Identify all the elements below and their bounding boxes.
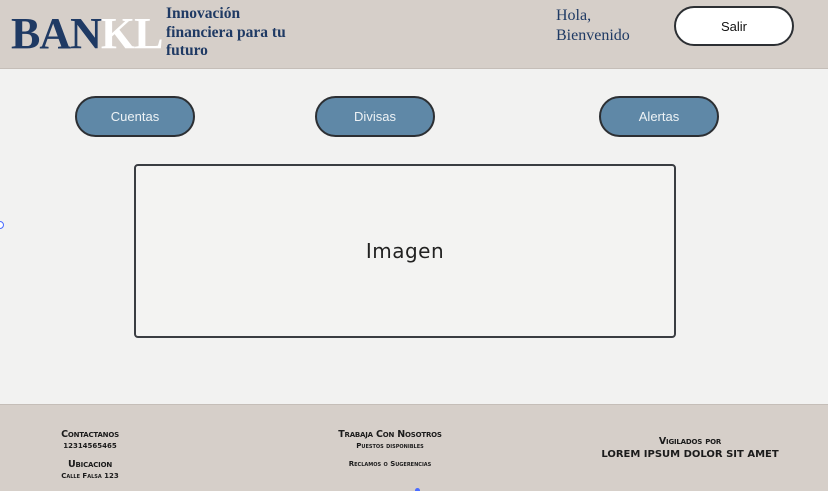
supervised-heading: Vigilados por: [658, 436, 722, 447]
location-address: Calle Falsa 123: [61, 472, 119, 480]
tagline: Innovación financiera para tu futuro: [166, 5, 286, 59]
currencies-button[interactable]: Divisas: [315, 96, 435, 137]
work-with-us-link[interactable]: Trabaja Con Nosotros: [300, 429, 480, 441]
footer-supervised-column: Vigilados por LOREM IPSUM DOLOR SIT AMET: [580, 436, 800, 461]
footer-work-column: Trabaja Con Nosotros Puestos disponibles…: [300, 429, 480, 469]
contact-phone: 12314565465: [63, 442, 117, 450]
image-placeholder: Imagen: [134, 164, 676, 338]
contact-heading: Contactanos: [61, 429, 119, 440]
footer: Contactanos 12314565465 Ubicacion Calle …: [0, 404, 828, 491]
supervised-entity: LOREM IPSUM DOLOR SIT AMET: [601, 449, 779, 460]
resize-handle-icon[interactable]: [0, 221, 4, 229]
logout-button[interactable]: Salir: [674, 6, 794, 46]
alerts-button[interactable]: Alertas: [599, 96, 719, 137]
claims-link[interactable]: Reclamos o Sugerencias: [300, 459, 480, 469]
available-jobs-link[interactable]: Puestos disponibles: [300, 441, 480, 451]
accounts-button[interactable]: Cuentas: [75, 96, 195, 137]
logo-secondary-text: KL: [100, 9, 164, 58]
image-placeholder-label: Imagen: [365, 239, 445, 263]
logo-primary-text: BAN: [11, 9, 102, 58]
bankl-logo[interactable]: BANKL: [11, 9, 164, 58]
location-heading: Ubicacion: [68, 459, 112, 470]
greeting-text: Hola, Bienvenido: [556, 7, 630, 44]
header: BANKL Innovación financiera para tu futu…: [0, 0, 828, 69]
footer-contact-column: Contactanos 12314565465 Ubicacion Calle …: [30, 429, 150, 481]
